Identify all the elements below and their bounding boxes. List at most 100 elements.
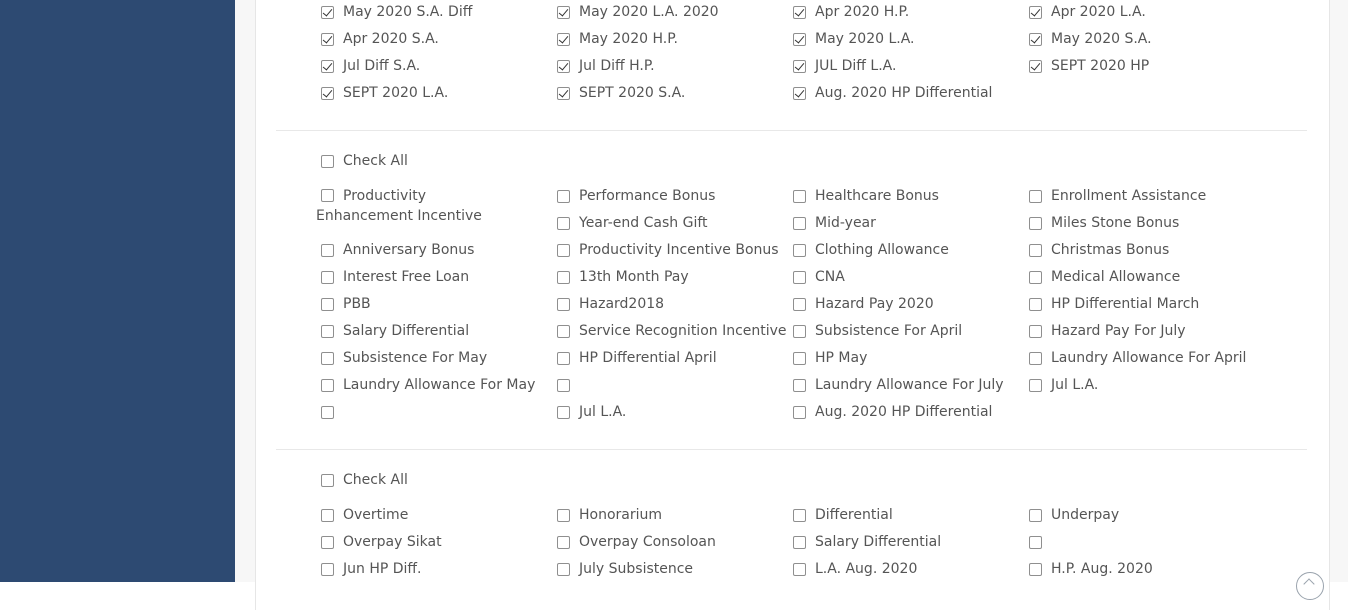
checkbox-item[interactable]: Salary Differential	[793, 532, 941, 552]
checkbox[interactable]	[321, 405, 334, 419]
checkbox[interactable]	[557, 270, 570, 284]
checkbox-item[interactable]: Aug. 2020 HP Differential	[793, 402, 992, 422]
checkbox[interactable]	[793, 297, 806, 311]
checkbox[interactable]	[557, 378, 570, 392]
checkbox[interactable]	[1029, 324, 1042, 338]
checkbox-item[interactable]	[1029, 532, 1051, 552]
checkbox-item[interactable]: Hazard Pay 2020	[793, 294, 934, 314]
checkbox-checked[interactable]	[1029, 59, 1042, 73]
checkbox-checked[interactable]	[793, 5, 806, 19]
checkbox-checked[interactable]	[793, 32, 806, 46]
checkbox[interactable]	[793, 216, 806, 230]
checkbox-item[interactable]: Overpay Consoloan	[557, 532, 716, 552]
checkbox-item[interactable]: Healthcare Bonus	[793, 186, 939, 206]
checkbox[interactable]	[557, 189, 570, 203]
checkbox-item[interactable]: July Subsistence	[557, 559, 693, 579]
checkbox-item[interactable]: Jun HP Diff.	[321, 559, 422, 579]
checkbox[interactable]	[1029, 535, 1042, 549]
checkbox[interactable]	[321, 154, 334, 168]
checkbox[interactable]	[793, 535, 806, 549]
checkbox[interactable]	[793, 189, 806, 203]
checkbox-item[interactable]: Hazard Pay For July	[1029, 321, 1186, 341]
checkbox[interactable]	[557, 324, 570, 338]
checkbox[interactable]	[321, 297, 334, 311]
checkbox-item[interactable]: Subsistence For May	[321, 348, 487, 368]
checkbox-item[interactable]: Anniversary Bonus	[321, 240, 474, 260]
checkbox-checked[interactable]	[1029, 5, 1042, 19]
checkbox[interactable]	[557, 405, 570, 419]
checkbox-checked[interactable]	[321, 5, 334, 19]
checkbox-item[interactable]: Miles Stone Bonus	[1029, 213, 1179, 233]
checkbox-item[interactable]: Jul L.A.	[557, 402, 626, 422]
checkbox[interactable]	[557, 508, 570, 522]
checkbox-item[interactable]: JUL Diff L.A.	[793, 56, 896, 76]
checkbox[interactable]	[1029, 270, 1042, 284]
checkbox-checked[interactable]	[793, 86, 806, 100]
checkbox-checked[interactable]	[557, 5, 570, 19]
checkbox-item[interactable]: Overpay Sikat	[321, 532, 442, 552]
checkbox[interactable]	[793, 270, 806, 284]
checkbox-item[interactable]: May 2020 S.A. Diff	[321, 2, 472, 22]
checkbox-item[interactable]: Aug. 2020 HP Differential	[793, 83, 992, 103]
checkbox-item[interactable]: Interest Free Loan	[321, 267, 469, 287]
checkbox-item[interactable]: Laundry Allowance For May	[321, 375, 535, 395]
checkbox[interactable]	[321, 189, 334, 202]
checkbox[interactable]	[321, 351, 334, 365]
scroll-top-icon[interactable]	[1296, 572, 1324, 600]
checkbox[interactable]	[557, 351, 570, 365]
checkbox[interactable]	[557, 562, 570, 576]
checkbox-checked[interactable]	[557, 32, 570, 46]
checkbox[interactable]	[1029, 216, 1042, 230]
checkbox-item[interactable]: Subsistence For April	[793, 321, 962, 341]
check-all-section-b[interactable]: Check All	[321, 151, 408, 171]
check-all-section-c[interactable]: Check All	[321, 470, 408, 490]
checkbox[interactable]	[793, 351, 806, 365]
checkbox-item[interactable]: Jul Diff S.A.	[321, 56, 420, 76]
checkbox[interactable]	[557, 216, 570, 230]
checkbox[interactable]	[1029, 562, 1042, 576]
checkbox-item[interactable]: CNA	[793, 267, 845, 287]
checkbox[interactable]	[793, 508, 806, 522]
checkbox-item[interactable]: Year-end Cash Gift	[557, 213, 708, 233]
checkbox-checked[interactable]	[321, 32, 334, 46]
checkbox-item[interactable]: Honorarium	[557, 505, 662, 525]
checkbox[interactable]	[1029, 243, 1042, 257]
checkbox-item[interactable]: HP Differential March	[1029, 294, 1199, 314]
checkbox[interactable]	[321, 243, 334, 257]
checkbox-item[interactable]: Apr 2020 S.A.	[321, 29, 439, 49]
checkbox-item[interactable]: May 2020 L.A.	[793, 29, 915, 49]
checkbox-item[interactable]: Laundry Allowance For April	[1029, 348, 1246, 368]
checkbox[interactable]	[793, 378, 806, 392]
checkbox-item[interactable]: Underpay	[1029, 505, 1119, 525]
checkbox-item[interactable]: Salary Differential	[321, 321, 469, 341]
checkbox-item[interactable]: 13th Month Pay	[557, 267, 689, 287]
checkbox-item[interactable]: Overtime	[321, 505, 408, 525]
checkbox-item[interactable]: L.A. Aug. 2020	[793, 559, 917, 579]
checkbox-item[interactable]: Medical Allowance	[1029, 267, 1180, 287]
checkbox-item[interactable]: Clothing Allowance	[793, 240, 949, 260]
checkbox-item[interactable]: Apr 2020 H.P.	[793, 2, 909, 22]
checkbox-item[interactable]: Differential	[793, 505, 893, 525]
checkbox-item[interactable]: Jul L.A.	[1029, 375, 1098, 395]
checkbox-item[interactable]: Christmas Bonus	[1029, 240, 1169, 260]
checkbox-item[interactable]	[557, 375, 579, 395]
checkbox-checked[interactable]	[321, 59, 334, 73]
checkbox[interactable]	[321, 378, 334, 392]
checkbox-item[interactable]: Performance Bonus	[557, 186, 715, 206]
checkbox[interactable]	[1029, 189, 1042, 203]
checkbox[interactable]	[557, 243, 570, 257]
checkbox-checked[interactable]	[557, 59, 570, 73]
checkbox-item[interactable]: SEPT 2020 S.A.	[557, 83, 685, 103]
checkbox-productivity-enhancement-incentive[interactable]: Productivity Enhancement Incentive	[316, 186, 526, 226]
checkbox[interactable]	[321, 508, 334, 522]
checkbox-item[interactable]	[321, 402, 343, 422]
checkbox[interactable]	[321, 535, 334, 549]
checkbox[interactable]	[1029, 508, 1042, 522]
checkbox-item[interactable]: HP May	[793, 348, 867, 368]
checkbox[interactable]	[793, 243, 806, 257]
checkbox[interactable]	[1029, 351, 1042, 365]
checkbox-checked[interactable]	[321, 86, 334, 100]
checkbox[interactable]	[793, 405, 806, 419]
checkbox[interactable]	[557, 535, 570, 549]
checkbox[interactable]	[321, 324, 334, 338]
